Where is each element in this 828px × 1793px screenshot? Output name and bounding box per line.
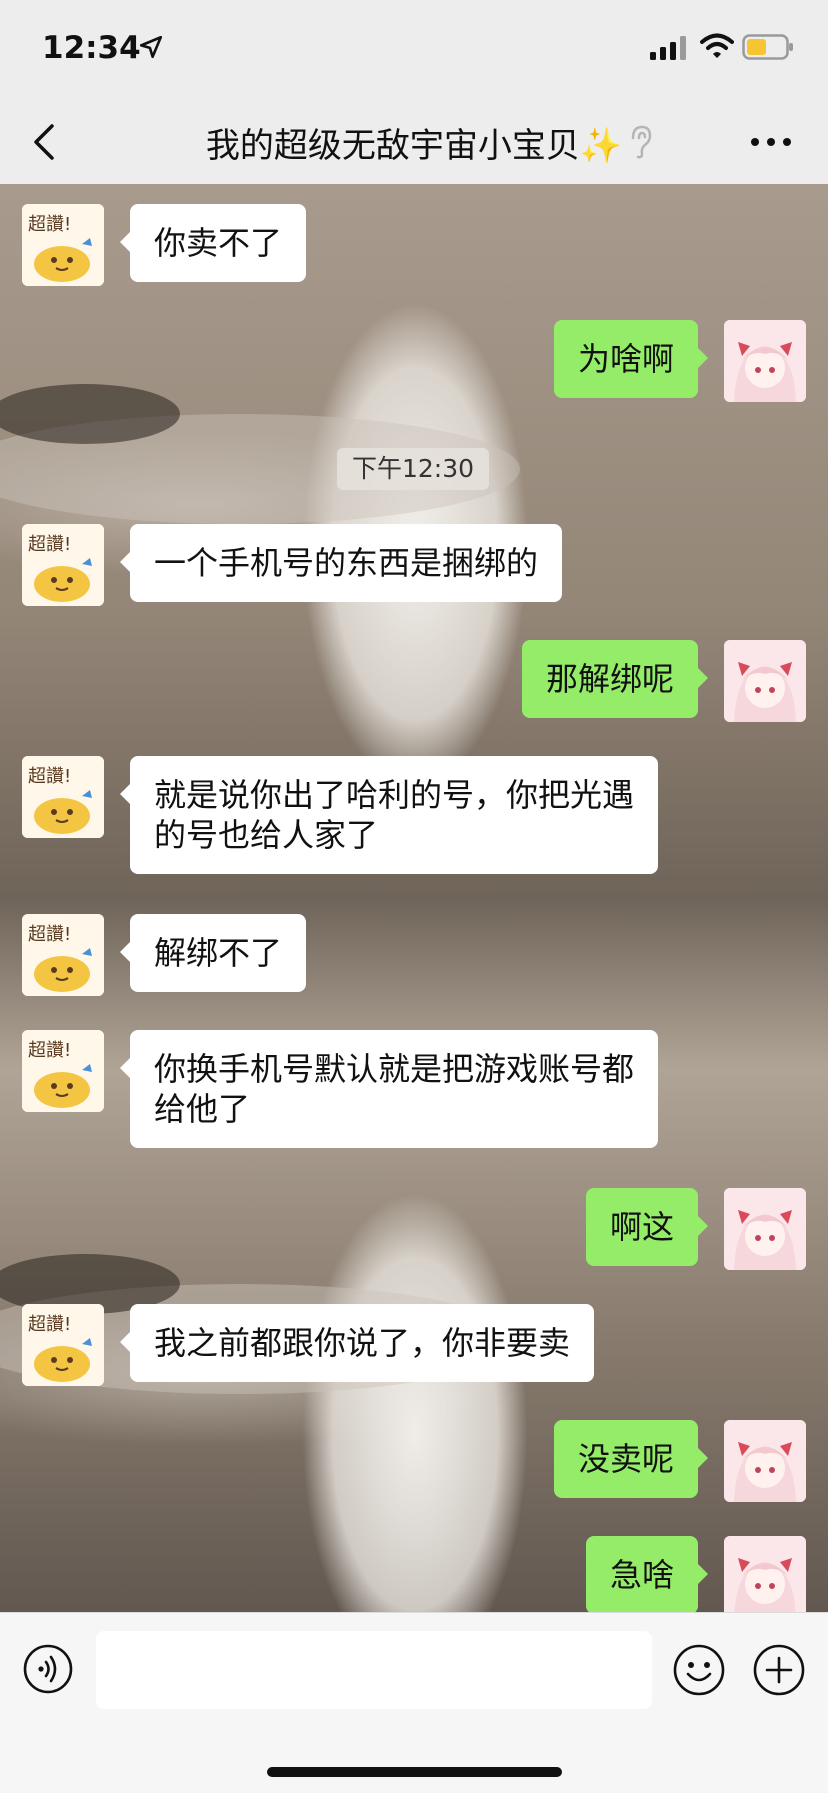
contact-avatar[interactable]: 超讚! — [22, 1304, 104, 1386]
svg-text:超讚!: 超讚! — [28, 1040, 71, 1061]
voice-icon[interactable] — [22, 1643, 74, 1695]
battery-icon — [742, 34, 793, 60]
contact-avatar[interactable]: 超讚! — [22, 204, 104, 286]
location-arrow-icon — [139, 35, 163, 59]
user-avatar[interactable] — [724, 1536, 806, 1612]
contact-avatar[interactable]: 超讚! — [22, 914, 104, 996]
message-bubble[interactable]: 急啥 — [585, 1536, 709, 1612]
plus-icon[interactable] — [752, 1643, 806, 1697]
timestamp: 下午12:30 — [337, 448, 489, 490]
message-bubble[interactable]: 我之前都跟你说了，你非要卖 — [119, 1304, 595, 1382]
user-avatar[interactable] — [724, 1188, 806, 1270]
status-bar: 12:34 — [0, 0, 828, 100]
contact-avatar[interactable]: 超讚! — [22, 524, 104, 606]
chat-background: 超讚! 你卖不了 为啥啊 下午12:30 超讚! 一个手机号的东西是捆绑的 那解… — [0, 184, 828, 1612]
message-input[interactable] — [96, 1631, 652, 1709]
message-bubble[interactable]: 就是说你出了哈利的号，你把光遇 的号也给人家了 — [119, 756, 659, 874]
chat-title-text: 我的超级无敌宇宙小宝贝✨ — [205, 126, 623, 166]
message-bubble[interactable]: 为啥啊 — [553, 320, 709, 398]
wifi-icon — [700, 33, 734, 58]
svg-text:超讚!: 超讚! — [28, 214, 71, 235]
message-bubble[interactable]: 你换手机号默认就是把游戏账号都 给他了 — [119, 1030, 659, 1148]
svg-text:超讚!: 超讚! — [28, 534, 71, 555]
ear-icon — [631, 125, 652, 159]
user-avatar[interactable] — [724, 640, 806, 722]
message-bubble[interactable]: 没卖呢 — [553, 1420, 709, 1498]
svg-text:超讚!: 超讚! — [28, 766, 71, 787]
chat-header: 我的超级无敌宇宙小宝贝✨ — [0, 100, 828, 185]
user-avatar[interactable] — [724, 320, 806, 402]
contact-avatar[interactable]: 超讚! — [22, 1030, 104, 1112]
message-bubble[interactable]: 啊这 — [585, 1188, 709, 1266]
emoji-icon[interactable] — [672, 1643, 726, 1697]
contact-avatar[interactable]: 超讚! — [22, 756, 104, 838]
message-bubble[interactable]: 解绑不了 — [119, 914, 307, 992]
home-indicator — [267, 1767, 562, 1777]
message-bubble[interactable]: 你卖不了 — [119, 204, 307, 282]
input-bar — [0, 1612, 828, 1793]
status-time: 12:34 — [42, 30, 141, 66]
svg-text:超讚!: 超讚! — [28, 924, 71, 945]
user-avatar[interactable] — [724, 1420, 806, 1502]
svg-text:超讚!: 超讚! — [28, 1314, 71, 1335]
message-bubble[interactable]: 一个手机号的东西是捆绑的 — [119, 524, 563, 602]
message-bubble[interactable]: 那解绑呢 — [521, 640, 709, 718]
chat-title: 我的超级无敌宇宙小宝贝✨ — [0, 118, 828, 167]
more-icon[interactable] — [748, 124, 794, 160]
signal-icon — [650, 36, 686, 60]
